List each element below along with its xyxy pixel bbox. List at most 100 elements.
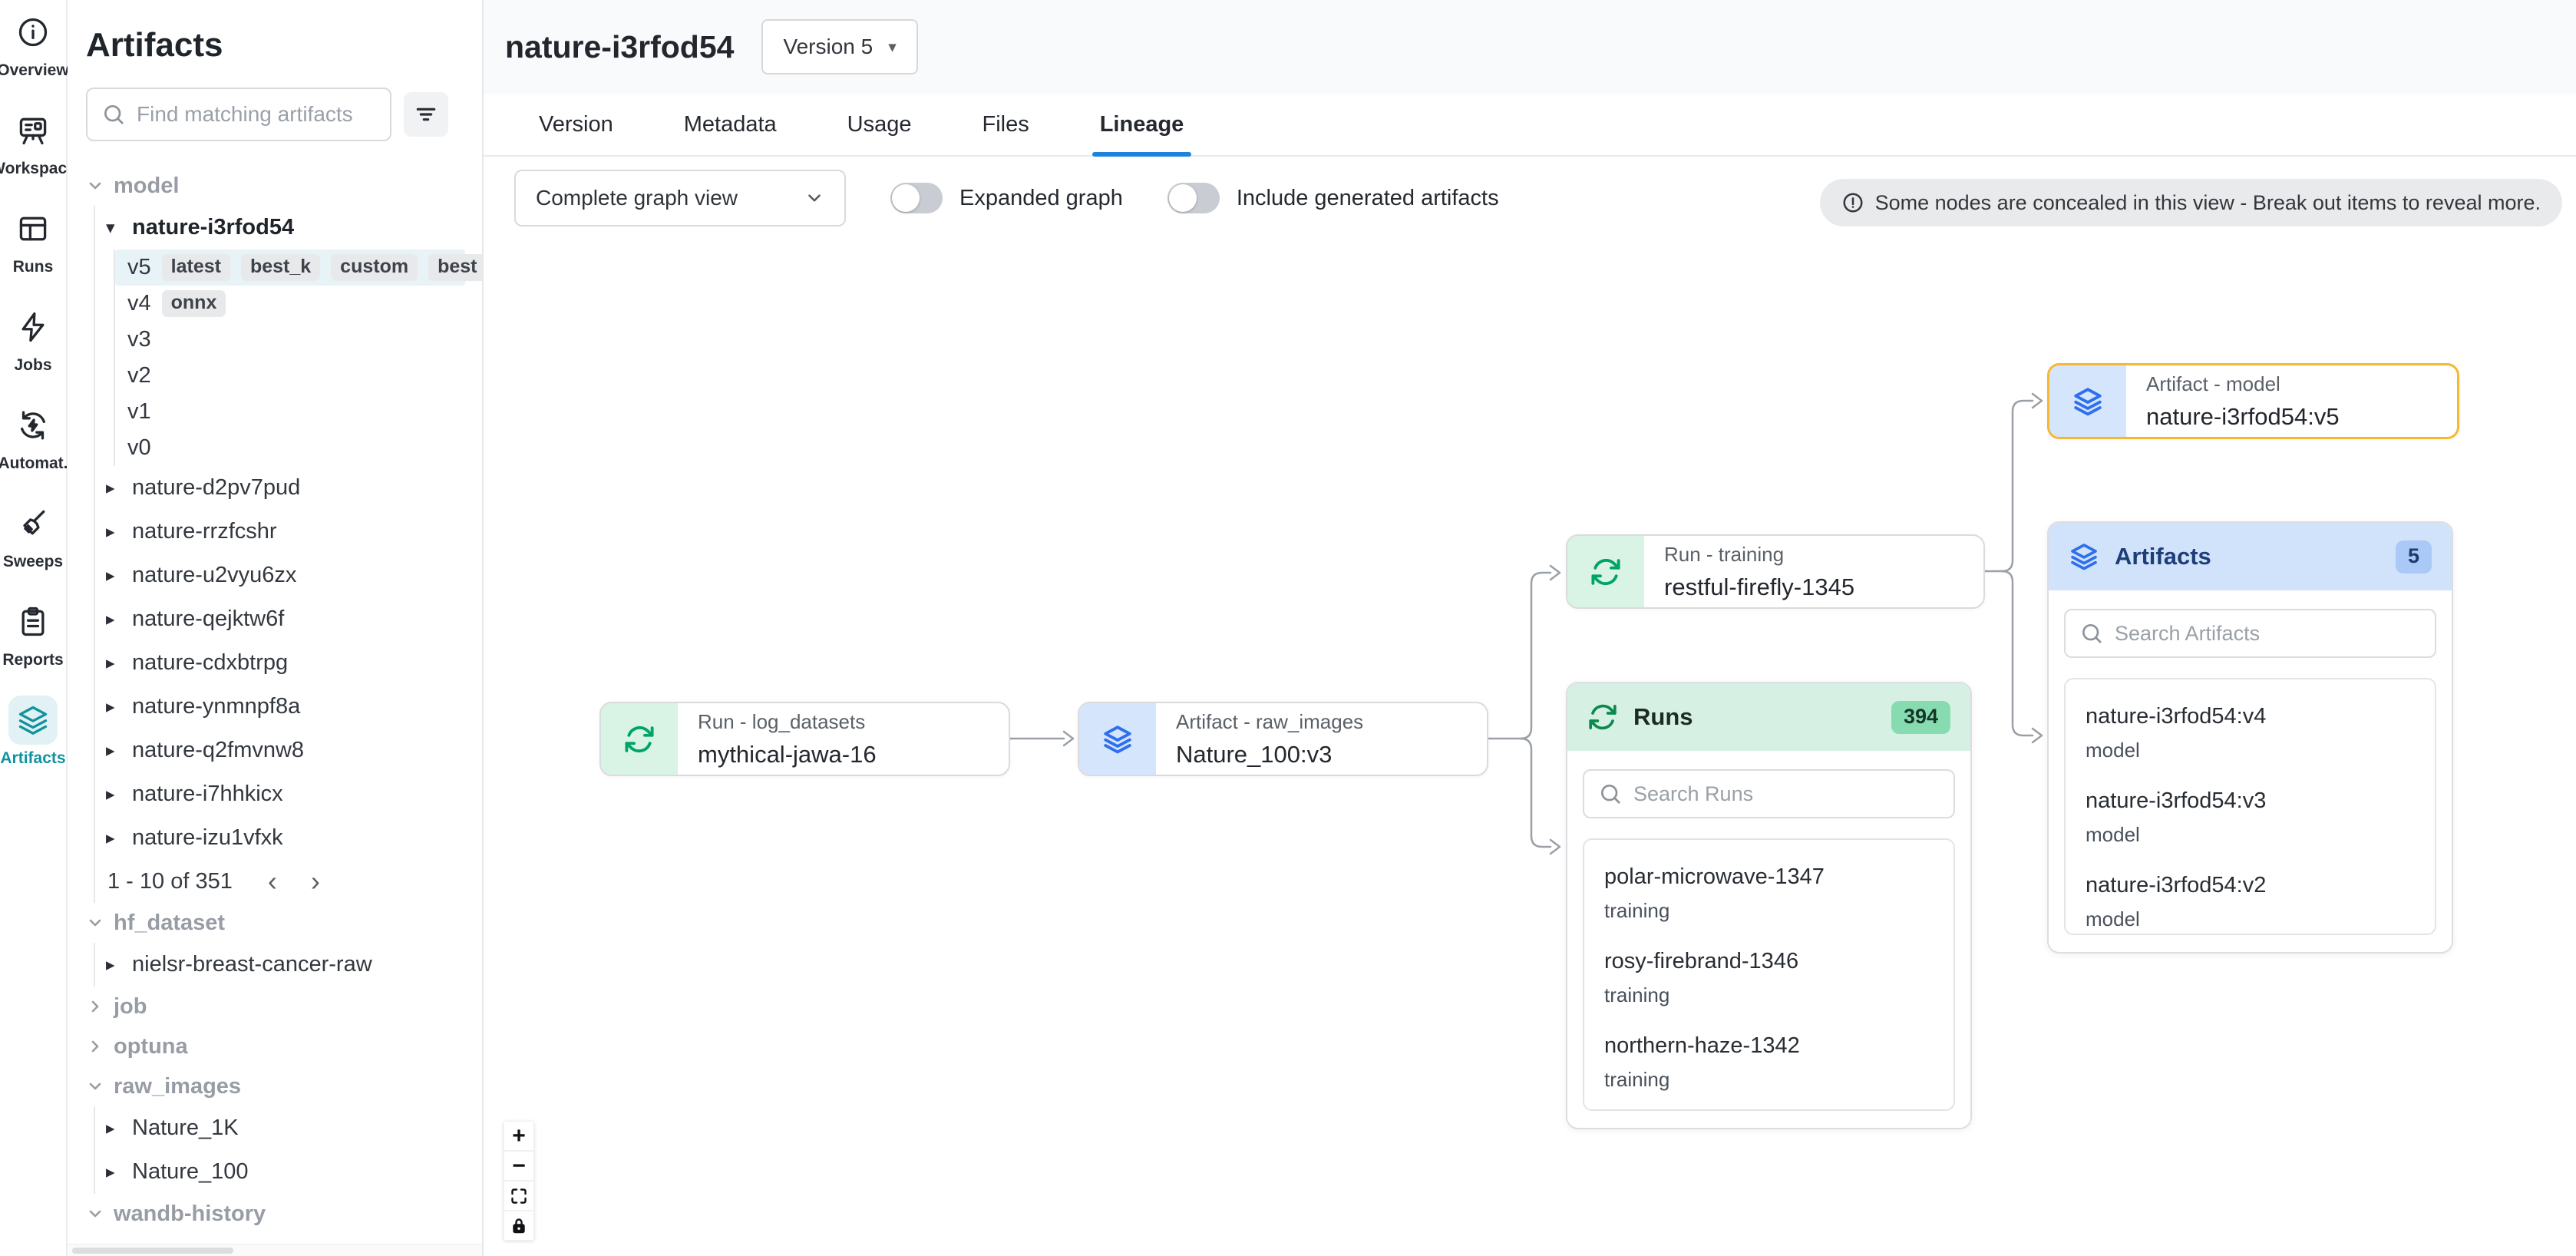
- chevron-down-icon: [86, 1205, 104, 1223]
- version-tag: onnx: [162, 290, 226, 317]
- run-icon: [601, 703, 678, 775]
- node-run-training[interactable]: Run - training restful-firefly-1345: [1566, 534, 1985, 609]
- broom-icon: [8, 499, 58, 548]
- sidebar-item-overview[interactable]: Overview: [0, 8, 67, 106]
- artifact-name: nature-i3rfod54:v2: [2086, 873, 2415, 898]
- artifacts-search-input[interactable]: [2115, 622, 2421, 646]
- tree-item-label: nature-q2fmvnw8: [132, 738, 304, 763]
- version-row-v5[interactable]: v5 latest best_k custom best: [115, 250, 465, 286]
- scrollbar-thumb[interactable]: [72, 1248, 233, 1254]
- tree-item-selected-artifact[interactable]: ▾ nature-i3rfod54: [95, 206, 482, 250]
- tree-group-job[interactable]: job: [86, 987, 482, 1026]
- runs-panel-header: Runs 394: [1567, 683, 1970, 751]
- tree-item-artifact[interactable]: ▸nature-d2pv7pud: [95, 466, 482, 510]
- artifact-search-input[interactable]: [137, 102, 376, 127]
- search-icon: [1598, 782, 1623, 806]
- sidebar-item-label: Jobs: [14, 356, 51, 375]
- artifact-tabs: Version Metadata Usage Files Lineage: [484, 94, 2576, 157]
- tree-group-optuna[interactable]: optuna: [86, 1026, 482, 1066]
- node-artifact-model-selected[interactable]: Artifact - model nature-i3rfod54:v5: [2047, 363, 2459, 439]
- run-list-item[interactable]: polar-microwave-1347 training: [1584, 851, 1953, 935]
- artifact-list-item[interactable]: nature-i3rfod54:v4 model: [2066, 690, 2435, 775]
- tree-group-label: model: [114, 174, 179, 199]
- tree-item-artifact[interactable]: ▸nature-rrzfcshr: [95, 510, 482, 554]
- expanded-graph-toggle[interactable]: [890, 183, 943, 213]
- sidebar-item-reports[interactable]: Reports: [0, 597, 67, 696]
- sidebar-item-runs[interactable]: Runs: [0, 204, 67, 302]
- tree-group-wandb-history[interactable]: wandb-history: [86, 1194, 482, 1234]
- sidebar-item-artifacts[interactable]: Artifacts: [0, 696, 67, 794]
- runs-search-input[interactable]: [1633, 782, 1940, 806]
- tree-item-label: nature-ynmnpf8a: [132, 694, 300, 719]
- include-generated-toggle[interactable]: [1167, 183, 1220, 213]
- run-list-item[interactable]: rosy-firebrand-1346 training: [1584, 935, 1953, 1020]
- artifact-list-item[interactable]: nature-i3rfod54:v3 model: [2066, 775, 2435, 859]
- chevron-down-icon: [804, 188, 824, 208]
- caret-right-icon: ▸: [106, 696, 121, 717]
- tab-metadata[interactable]: Metadata: [684, 94, 777, 155]
- tree-group-label: job: [114, 994, 147, 1020]
- caret-down-icon: ▾: [106, 217, 121, 238]
- runs-group-panel: Runs 394 polar-microwave-1347 training r…: [1566, 682, 1972, 1129]
- tree-item-artifact[interactable]: ▸nature-i7hhkicx: [95, 772, 482, 816]
- fit-view-button[interactable]: [504, 1181, 534, 1211]
- tree-item-artifact[interactable]: ▸nature-cdxbtrpg: [95, 641, 482, 685]
- pagination-prev-button[interactable]: ‹: [268, 868, 277, 895]
- tab-lineage[interactable]: Lineage: [1100, 94, 1184, 155]
- sidebar-item-workspace[interactable]: Workspace: [0, 106, 67, 204]
- tree-item-artifact[interactable]: ▸nature-qejktw6f: [95, 597, 482, 641]
- tree-item-label: nature-i3rfod54: [132, 215, 294, 240]
- tree-item-artifact[interactable]: ▸Nature_1K: [95, 1106, 482, 1150]
- filter-button[interactable]: [404, 92, 448, 137]
- version-row-v0[interactable]: v0: [115, 430, 465, 466]
- zoom-in-button[interactable]: +: [504, 1121, 534, 1151]
- tree-item-artifact[interactable]: ▸Nature_100: [95, 1150, 482, 1194]
- tree-item-artifact[interactable]: ▸nature-q2fmvnw8: [95, 729, 482, 772]
- search-icon: [101, 102, 126, 127]
- sidebar-item-jobs[interactable]: Jobs: [0, 302, 67, 401]
- pagination-next-button[interactable]: ›: [311, 868, 320, 895]
- node-artifact-raw-images[interactable]: Artifact - raw_images Nature_100:v3: [1078, 702, 1488, 776]
- artifact-type: model: [2086, 823, 2415, 847]
- tree-item-label: nature-i7hhkicx: [132, 782, 283, 807]
- tab-usage[interactable]: Usage: [847, 94, 912, 155]
- tree-item-artifact[interactable]: ▸nature-izu1vfxk: [95, 816, 482, 860]
- tree-group-hf-dataset[interactable]: hf_dataset: [86, 903, 482, 943]
- graph-view-select[interactable]: Complete graph view: [514, 170, 846, 226]
- tree-group-model[interactable]: model: [86, 166, 482, 206]
- artifact-search-box: [86, 88, 391, 141]
- caret-right-icon: ▸: [106, 828, 121, 848]
- sidebar-item-label: Runs: [13, 258, 54, 276]
- node-run-log-datasets[interactable]: Run - log_datasets mythical-jawa-16: [599, 702, 1010, 776]
- zoom-out-button[interactable]: −: [504, 1151, 534, 1181]
- tree-item-artifact[interactable]: ▸nature-u2vyu6zx: [95, 554, 482, 597]
- version-tag: best: [428, 254, 484, 281]
- sidebar-item-label: Artifacts: [0, 749, 65, 768]
- chevron-down-icon: ▾: [888, 38, 897, 57]
- toggle-knob: [892, 184, 920, 212]
- run-list-item[interactable]: northern-haze-1342 training: [1584, 1020, 1953, 1104]
- tab-version[interactable]: Version: [539, 94, 613, 155]
- pagination-text: 1 - 10 of 351: [107, 869, 233, 894]
- artifact-type: model: [2086, 739, 2415, 762]
- horizontal-scrollbar[interactable]: [68, 1244, 482, 1256]
- node-name: Nature_100:v3: [1176, 741, 1363, 768]
- concealed-nodes-notice: Some nodes are concealed in this view - …: [1820, 179, 2562, 226]
- tree-group-raw-images[interactable]: raw_images: [86, 1066, 482, 1106]
- version-dropdown-button[interactable]: Version 5 ▾: [761, 19, 917, 74]
- tree-item-artifact[interactable]: ▸nielsr-breast-cancer-raw: [95, 943, 482, 987]
- sidebar-item-automations[interactable]: Automat.: [0, 401, 67, 499]
- version-row-v4[interactable]: v4 onnx: [115, 286, 465, 322]
- artifact-list-item[interactable]: nature-i3rfod54:v2 model: [2066, 859, 2435, 935]
- artifacts-search-box: [2064, 609, 2436, 658]
- version-row-v1[interactable]: v1: [115, 394, 465, 430]
- workspace-board-icon: [8, 106, 58, 155]
- tree-item-label: nature-cdxbtrpg: [132, 650, 288, 676]
- tab-files[interactable]: Files: [982, 94, 1029, 155]
- version-row-v3[interactable]: v3: [115, 322, 465, 358]
- artifacts-group-panel: Artifacts 5 nature-i3rfod54:v4 model nat…: [2047, 521, 2453, 954]
- lock-view-button[interactable]: [504, 1211, 534, 1241]
- version-row-v2[interactable]: v2: [115, 358, 465, 394]
- sidebar-item-sweeps[interactable]: Sweeps: [0, 499, 67, 597]
- tree-item-artifact[interactable]: ▸ nature-ynmnpf8a: [95, 685, 482, 729]
